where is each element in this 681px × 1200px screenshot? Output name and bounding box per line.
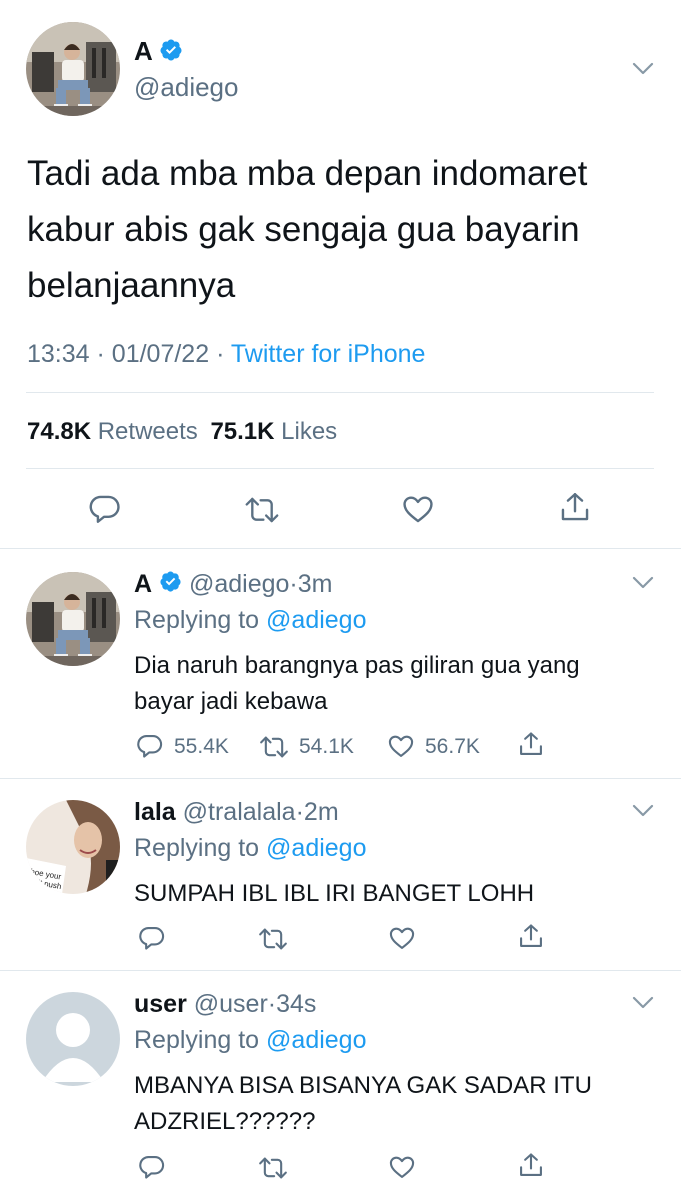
reply-text: Dia naruh barangnya pas giliran gua yang…	[134, 648, 580, 720]
replying-to: Replying to @adiego	[134, 606, 366, 635]
verified-badge-icon	[159, 570, 182, 600]
reply-text: MBANYA BISA BISANYA GAK SADAR ITU ADZRIE…	[134, 1068, 592, 1140]
like-icon[interactable]	[386, 732, 416, 760]
replying-to-handle[interactable]: @adiego	[266, 834, 366, 862]
share-icon[interactable]	[558, 489, 592, 525]
retweet-icon[interactable]	[258, 733, 290, 761]
author-handle[interactable]: @tralalala	[183, 798, 296, 826]
tweet-time[interactable]: 13:34	[27, 340, 90, 368]
reply-header: lala @tralalala·2m	[134, 798, 339, 826]
likes-count: 75.1K	[210, 418, 275, 445]
reply-icon[interactable]	[136, 732, 164, 760]
reply-text-line: SUMPAH IBL IBL IRI BANGET LOHH	[134, 880, 535, 907]
reply-time[interactable]: 3m	[298, 570, 333, 598]
share-icon[interactable]	[517, 729, 545, 759]
avatar-adiego[interactable]	[26, 572, 120, 666]
retweet-icon[interactable]	[257, 1154, 289, 1182]
reply-count: 55.4K	[174, 735, 229, 758]
avatar-lala[interactable]: hoe your 'n't push	[26, 800, 120, 894]
divider	[0, 548, 681, 549]
retweet-icon[interactable]	[244, 493, 280, 527]
chevron-down-icon[interactable]	[632, 996, 654, 1010]
reply-text-line: bayar jadi kebawa	[134, 688, 328, 715]
chevron-down-icon[interactable]	[632, 804, 654, 818]
replying-to-label: Replying to	[134, 1026, 260, 1054]
retweets-label: Retweets	[97, 418, 198, 445]
tweet-date[interactable]: 01/07/22	[112, 340, 209, 368]
retweet-icon[interactable]	[257, 925, 289, 953]
reply-text: SUMPAH IBL IBL IRI BANGET LOHH	[134, 876, 534, 912]
reply-text-line: MBANYA BISA BISANYA GAK SADAR ITU	[134, 1072, 592, 1099]
replying-to: Replying to @adiego	[134, 1026, 366, 1055]
reply-header: A @adiego·3m	[134, 570, 332, 600]
retweet-count: 54.1K	[299, 735, 354, 758]
divider	[26, 468, 654, 469]
like-icon[interactable]	[387, 924, 417, 952]
avatar-adiego[interactable]	[26, 22, 120, 116]
reply-time[interactable]: 2m	[304, 798, 339, 826]
share-icon[interactable]	[517, 1150, 545, 1180]
engagement-stats: 74.8K Retweets 75.1K Likes	[27, 418, 337, 446]
author-handle[interactable]: @user	[194, 990, 268, 1018]
author-name[interactable]: A	[134, 570, 152, 598]
tweet-text-line: Tadi ada mba mba depan indomaret	[27, 154, 588, 193]
like-icon[interactable]	[400, 492, 436, 526]
reply-text-line: ADZRIEL??????	[134, 1108, 316, 1135]
author-name[interactable]: lala	[134, 798, 176, 826]
author-handle[interactable]: @adiego	[134, 72, 238, 103]
replying-to-handle[interactable]: @adiego	[266, 606, 366, 634]
replying-to-handle[interactable]: @adiego	[266, 1026, 366, 1054]
reply-icon[interactable]	[138, 1153, 166, 1181]
reply-icon[interactable]	[138, 924, 166, 952]
reply-text-line: Dia naruh barangnya pas giliran gua yang	[134, 652, 580, 679]
replying-to: Replying to @adiego	[134, 834, 366, 863]
chevron-down-icon[interactable]	[632, 576, 654, 590]
reply-header: user @user·34s	[134, 990, 317, 1018]
reply-icon[interactable]	[88, 492, 122, 526]
like-icon[interactable]	[387, 1153, 417, 1181]
divider	[0, 970, 681, 971]
tweet-source[interactable]: Twitter for iPhone	[231, 340, 426, 368]
likes-stat[interactable]: 75.1K Likes	[210, 418, 337, 445]
verified-badge-icon	[159, 38, 183, 69]
tweet-text-line: belanjaannya	[27, 266, 236, 305]
reply-time[interactable]: 34s	[276, 990, 316, 1018]
likes-label: Likes	[281, 418, 338, 445]
retweets-count: 74.8K	[27, 418, 92, 445]
replying-to-label: Replying to	[134, 834, 260, 862]
author-handle[interactable]: @adiego	[189, 570, 289, 598]
divider	[26, 392, 654, 393]
retweets-stat[interactable]: 74.8K Retweets	[27, 418, 204, 445]
default-avatar-icon[interactable]	[26, 992, 120, 1086]
replying-to-label: Replying to	[134, 606, 260, 634]
author-name[interactable]: user	[134, 990, 187, 1018]
chevron-down-icon[interactable]	[632, 62, 654, 76]
like-count: 56.7K	[425, 735, 480, 758]
tweet-text: Tadi ada mba mba depan indomaret kabur a…	[27, 146, 587, 314]
divider	[0, 778, 681, 779]
tweet-meta: 13:34 · 01/07/22 · Twitter for iPhone	[27, 340, 426, 368]
author-name[interactable]: A	[134, 36, 152, 66]
tweet-text-line: kabur abis gak sengaja gua bayarin	[27, 210, 580, 249]
share-icon[interactable]	[517, 921, 545, 951]
